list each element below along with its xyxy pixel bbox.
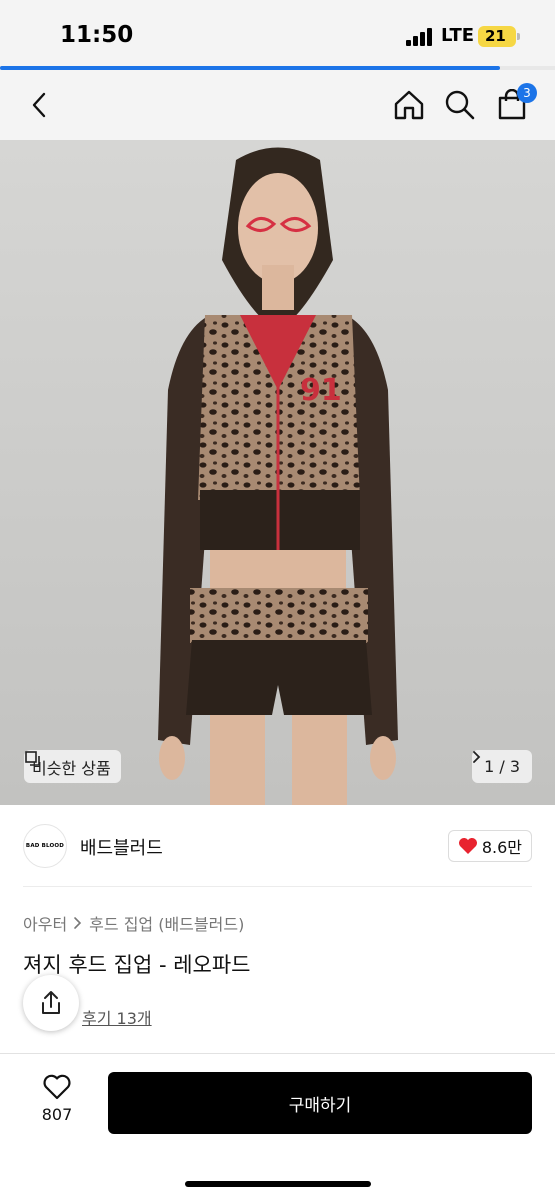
cart-icon[interactable]: 3	[494, 83, 537, 123]
status-time: 11:50	[60, 22, 134, 48]
top-nav-bar: 3	[0, 70, 555, 140]
share-button[interactable]	[23, 975, 79, 1031]
svg-text:91: 91	[300, 373, 342, 408]
back-icon[interactable]	[22, 87, 58, 123]
review-link[interactable]: 후기 13개	[82, 1005, 152, 1029]
heart-filled-icon	[458, 838, 477, 854]
copy-icon	[25, 751, 40, 766]
page-indicator-text: 1 / 3	[484, 757, 520, 776]
heart-outline-icon	[43, 1074, 71, 1100]
signal-icon	[406, 28, 436, 46]
product-image[interactable]: 91 비슷한 상품 1 / 3	[0, 140, 555, 805]
product-title: 져지 후드 집업 - 레오파드	[23, 953, 251, 977]
status-bar: 11:50 LTE 21	[0, 0, 555, 66]
breadcrumb-category[interactable]: 아우터	[23, 911, 67, 935]
wishlist-count: 807	[41, 1105, 73, 1124]
divider	[23, 886, 532, 887]
network-type: LTE	[441, 25, 475, 46]
wishlist-button[interactable]: 807	[26, 1073, 88, 1133]
cart-badge: 3	[517, 83, 537, 103]
breadcrumb-subcategory[interactable]: 후드 집업 (배드블러드)	[89, 911, 244, 935]
buy-button[interactable]: 구매하기	[108, 1072, 532, 1134]
brand-logo-text: BAD BLOOD	[25, 843, 65, 849]
similar-products-button[interactable]: 비슷한 상품	[24, 750, 121, 783]
search-icon[interactable]	[442, 87, 478, 123]
brand-like-button[interactable]: 8.6만	[447, 830, 532, 862]
bottom-bar-divider	[0, 1053, 555, 1054]
battery-level: 21	[485, 27, 506, 45]
product-photo: 91	[0, 140, 555, 805]
home-icon[interactable]	[391, 87, 427, 123]
share-icon	[42, 991, 60, 1014]
brand-like-count: 8.6만	[481, 838, 522, 857]
similar-products-label: 비슷한 상품	[32, 758, 111, 778]
chevron-right-icon	[74, 917, 82, 929]
brand-name[interactable]: 배드블러드	[80, 834, 163, 860]
chevron-right-icon	[473, 751, 481, 763]
brand-logo[interactable]: BAD BLOOD	[23, 824, 67, 868]
image-page-indicator[interactable]: 1 / 3	[472, 750, 532, 783]
battery-icon: 21	[478, 26, 520, 47]
home-indicator	[185, 1181, 371, 1187]
breadcrumb: 아우터 후드 집업 (배드블러드)	[23, 911, 244, 935]
brand-row[interactable]: BAD BLOOD 배드블러드 8.6만	[0, 805, 555, 887]
